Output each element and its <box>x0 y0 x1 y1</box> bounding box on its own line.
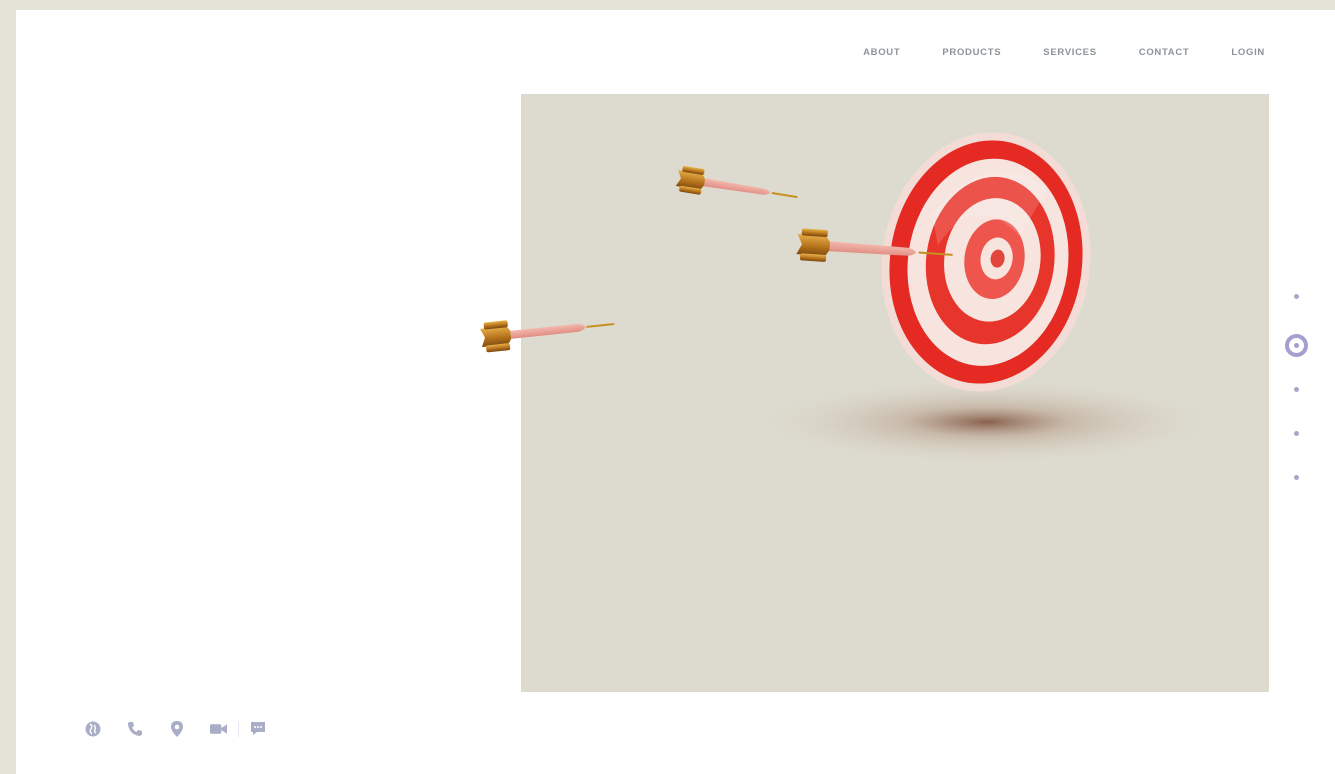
nav-services[interactable]: SERVICES <box>1043 47 1096 59</box>
dart-3 <box>480 320 615 353</box>
nav-about[interactable]: ABOUT <box>863 47 900 59</box>
chat-icon[interactable] <box>249 720 266 737</box>
top-nav: ABOUT PRODUCTS SERVICES CONTACT LOGIN <box>821 47 1265 59</box>
nav-products[interactable]: PRODUCTS <box>942 47 1001 59</box>
dartboard <box>881 132 1091 392</box>
slide-dot-2-active[interactable] <box>1284 334 1308 357</box>
hero-image <box>480 94 1269 692</box>
page-frame: ABOUT PRODUCTS SERVICES CONTACT LOGIN <box>16 10 1335 774</box>
slide-dot-5[interactable] <box>1293 475 1299 480</box>
location-pin-icon[interactable] <box>168 720 185 737</box>
video-camera-icon[interactable] <box>210 720 227 737</box>
slide-indicator <box>1281 294 1311 519</box>
phone-icon[interactable] <box>126 720 143 737</box>
dartboard-illustration <box>480 132 1227 466</box>
nav-contact[interactable]: CONTACT <box>1139 47 1190 59</box>
contact-icons <box>84 720 291 737</box>
slide-dot-1[interactable] <box>1293 294 1299 299</box>
slide-dot-4[interactable] <box>1293 431 1299 436</box>
nav-login[interactable]: LOGIN <box>1231 47 1265 59</box>
dart-1 <box>675 166 798 199</box>
globe-icon[interactable] <box>84 720 101 737</box>
slide-dot-3[interactable] <box>1293 387 1299 392</box>
divider <box>238 720 239 737</box>
